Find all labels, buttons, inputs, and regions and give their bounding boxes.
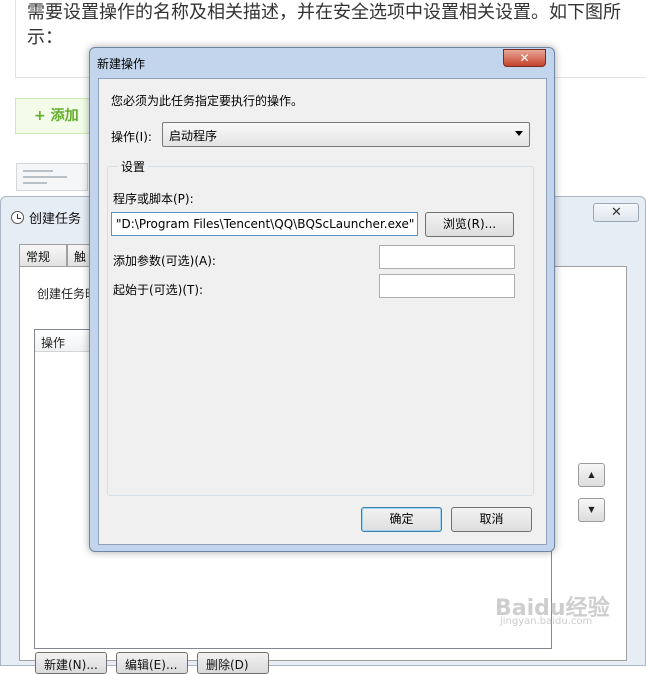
create-task-close-button[interactable]: ✕ xyxy=(593,203,639,222)
create-task-title: 创建任务 xyxy=(29,212,82,227)
ok-button[interactable]: 确定 xyxy=(361,507,442,532)
article-text: 需要设置操作的名称及相关描述，并在安全选项中设置相关设置。如下图所示： xyxy=(27,2,621,48)
start-in-label: 起始于(可选)(T): xyxy=(113,283,204,297)
baidu-watermark-url: jingyan.baidu.com xyxy=(500,616,593,627)
dialog-close-button[interactable]: ✕ xyxy=(503,49,546,67)
arrow-down-icon: ▼ xyxy=(588,505,595,514)
action-label: 操作(I): xyxy=(111,130,152,144)
browse-button[interactable]: 浏览(R)... xyxy=(425,212,514,237)
clock-icon xyxy=(11,211,24,224)
arguments-label: 添加参数(可选)(A): xyxy=(113,254,216,268)
chevron-down-icon xyxy=(515,131,523,136)
arguments-field[interactable] xyxy=(379,245,515,269)
move-down-button[interactable]: ▼ xyxy=(578,498,605,522)
delete-action-button[interactable]: 删除(D) xyxy=(197,652,269,674)
settings-group: 设置 程序或脚本(P): "D:\Program Files\Tencent\Q… xyxy=(107,158,534,496)
action-select[interactable]: 启动程序 xyxy=(162,122,530,147)
dialog-body: 您必须为此任务指定要执行的操作。 操作(I): 启动程序 设置 程序或脚本(P)… xyxy=(98,78,547,545)
thumbnail-image[interactable] xyxy=(16,163,88,191)
start-in-field[interactable] xyxy=(379,274,515,298)
dialog-title: 新建操作 xyxy=(97,57,146,71)
new-action-button[interactable]: 新建(N)... xyxy=(35,652,107,674)
edit-action-button[interactable]: 编辑(E)... xyxy=(116,652,188,674)
dialog-instruction: 您必须为此任务指定要执行的操作。 xyxy=(111,94,304,108)
program-label: 程序或脚本(P): xyxy=(113,192,194,206)
program-field[interactable]: "D:\Program Files\Tencent\QQ\BQScLaunche… xyxy=(111,212,418,236)
cancel-button[interactable]: 取消 xyxy=(451,507,532,532)
close-icon: ✕ xyxy=(611,205,622,220)
move-up-button[interactable]: ▲ xyxy=(578,463,605,487)
action-select-value: 启动程序 xyxy=(169,129,218,143)
close-icon: ✕ xyxy=(519,51,530,65)
actions-description: 创建任务时 xyxy=(37,287,98,301)
new-action-dialog: 新建操作 ✕ 您必须为此任务指定要执行的操作。 操作(I): 启动程序 设置 程… xyxy=(89,47,555,552)
arrow-up-icon: ▲ xyxy=(588,470,595,479)
settings-group-label: 设置 xyxy=(118,158,149,175)
tab-general[interactable]: 常规 xyxy=(19,244,67,266)
